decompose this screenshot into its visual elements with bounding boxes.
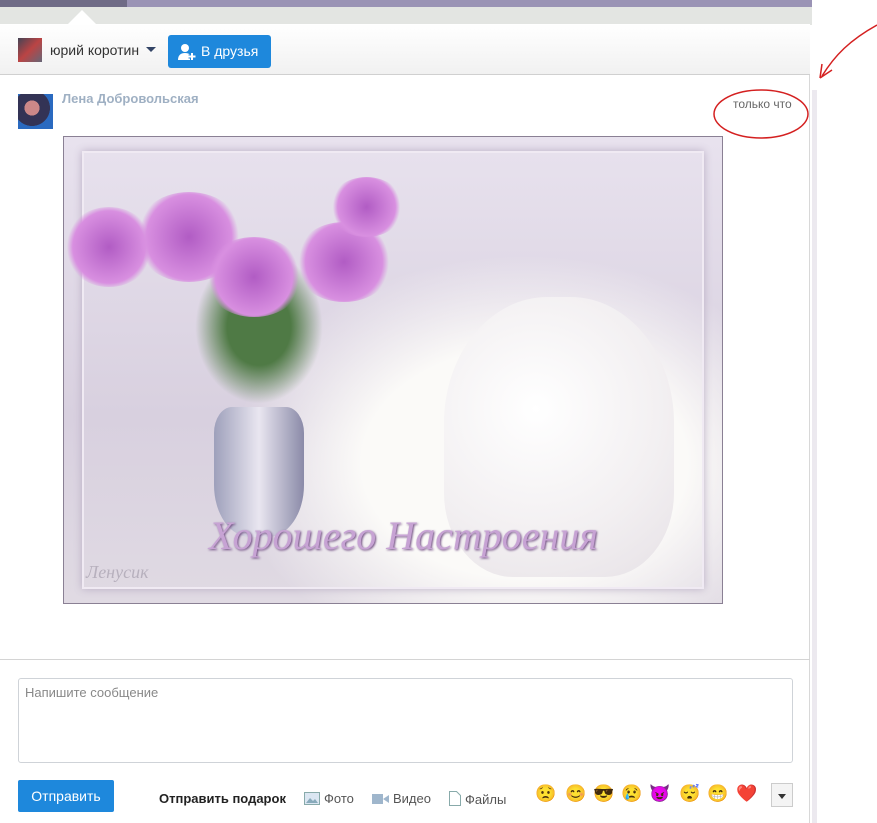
user-avatar[interactable] (18, 38, 42, 62)
add-user-icon (178, 44, 196, 60)
emoji-cool[interactable]: 😎 (593, 784, 615, 804)
user-name[interactable]: юрий коротин (50, 42, 139, 58)
photo-button[interactable]: Фото (304, 791, 354, 806)
send-gift-link[interactable]: Отправить подарок (159, 791, 286, 806)
message-image[interactable]: Хорошего Настроения Ленусик (63, 136, 723, 604)
page-background (812, 0, 877, 823)
chat-panel: юрий коротин В друзья Лена Добровольская… (0, 10, 810, 823)
emoji-cry[interactable]: 😢 (621, 784, 643, 804)
emoji-smile[interactable]: 😊 (565, 784, 587, 804)
emoji-heart[interactable]: ❤️ (736, 784, 758, 804)
author-name[interactable]: Лена Добровольская (62, 91, 199, 106)
photo-label: Фото (324, 791, 354, 806)
video-label: Видео (393, 791, 431, 806)
image-signature: Ленусик (86, 562, 149, 582)
author-avatar[interactable] (18, 94, 53, 129)
divider (0, 659, 810, 660)
more-emoji-button[interactable] (771, 783, 793, 807)
send-button[interactable]: Отправить (18, 780, 114, 812)
message-time: только что (733, 97, 792, 111)
chevron-down-icon[interactable] (146, 47, 156, 52)
top-bar (0, 0, 816, 7)
message-input[interactable] (18, 678, 793, 763)
header-stripe (0, 7, 812, 25)
files-button[interactable]: Файлы (449, 791, 506, 807)
emoji-sleepy[interactable]: 😴 (679, 784, 701, 804)
emoji-grin[interactable]: 😁 (707, 784, 729, 804)
file-icon (449, 791, 461, 806)
emoji-worried[interactable]: 😟 (535, 784, 557, 804)
files-label: Файлы (465, 792, 507, 807)
emoji-devil[interactable]: 😈 (649, 784, 671, 804)
add-friend-button[interactable]: В друзья (168, 35, 271, 68)
add-friend-label: В друзья (201, 43, 259, 59)
notch (68, 10, 96, 24)
image-caption: Хорошего Настроения (209, 513, 598, 558)
photo-icon (304, 792, 320, 805)
chat-header: юрий коротин В друзья (0, 24, 810, 75)
video-button[interactable]: Видео (372, 791, 431, 806)
video-icon (372, 794, 389, 804)
